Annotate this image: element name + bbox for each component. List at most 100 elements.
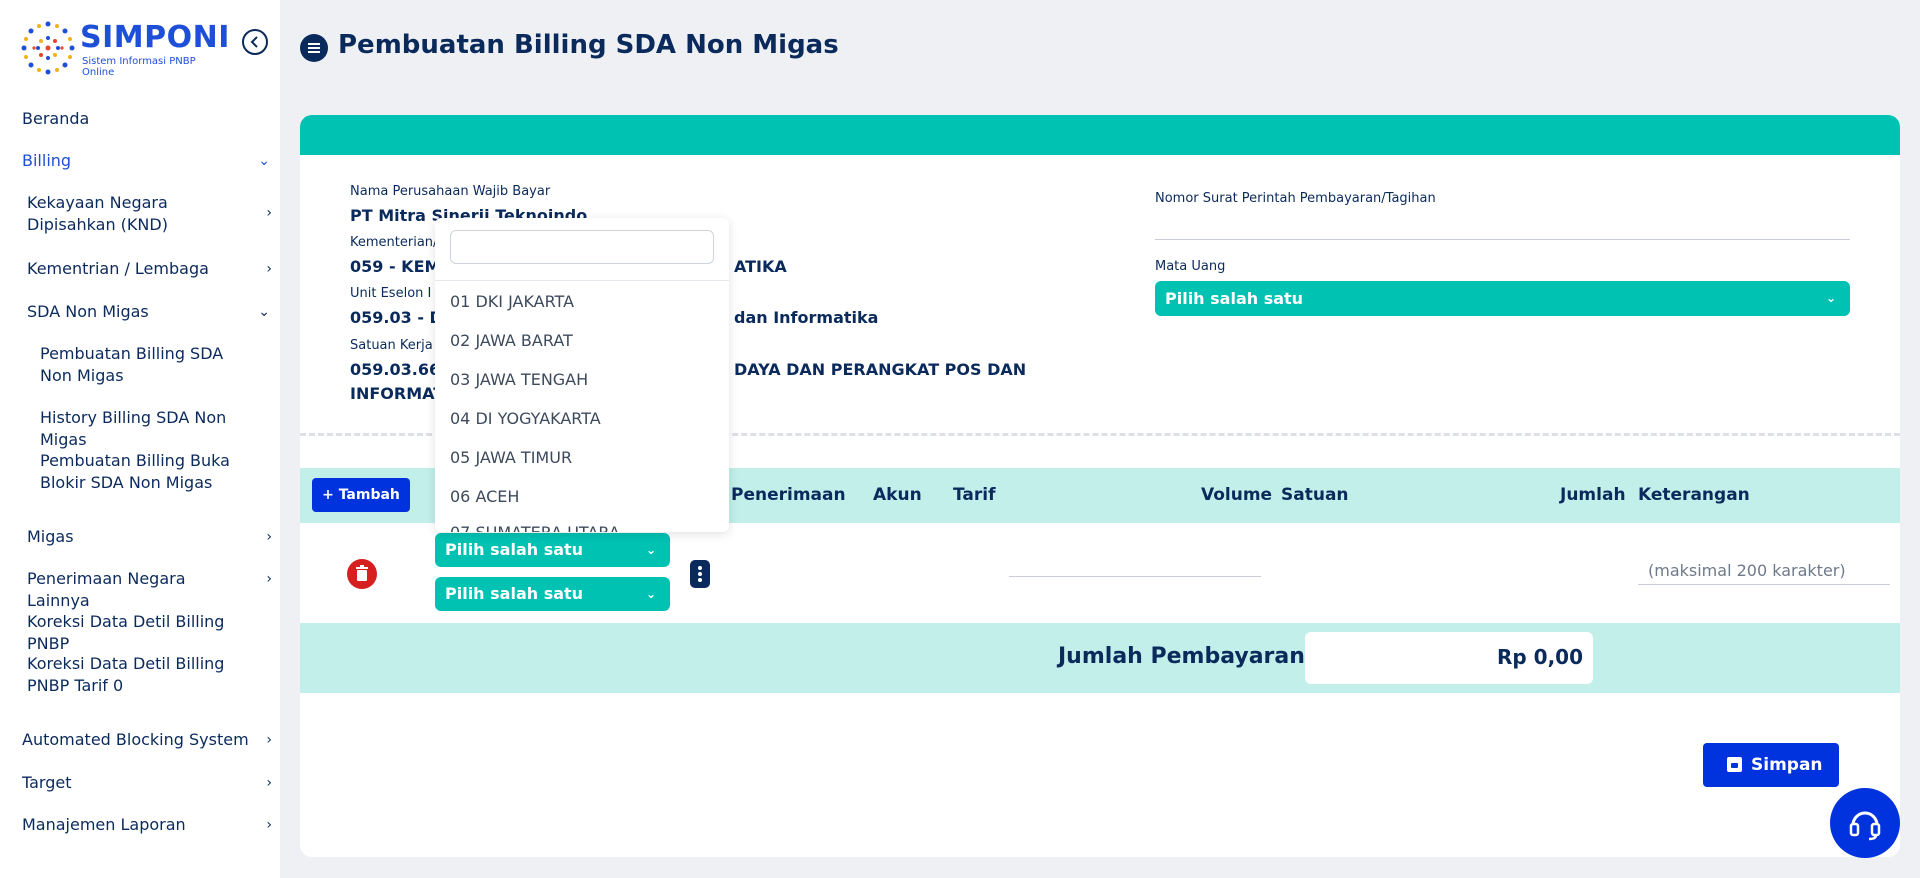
sidebar-item-label: Automated Blocking System (22, 730, 249, 749)
sidebar-item-sda-non-migas[interactable]: SDA Non Migas ⌄ (0, 301, 280, 323)
sidebar-item-automated-blocking[interactable]: Automated Blocking System › (0, 729, 280, 751)
sidebar-item-label: Koreksi Data Detil Billing PNBP Tarif 0 (27, 654, 225, 695)
dropdown-option[interactable]: 01 DKI JAKARTA (435, 282, 729, 321)
volume-input[interactable] (1009, 547, 1261, 577)
column-header-volume: Volume (1201, 485, 1273, 505)
dropdown-search-input[interactable] (450, 230, 714, 264)
kementerian-label: Kementerian/ (350, 235, 438, 250)
sidebar-item-label: Pembuatan Billing SDA Non Migas (40, 344, 224, 385)
add-row-button[interactable]: + Tambah (312, 478, 410, 512)
dropdown-divider (435, 280, 729, 281)
nomor-surat-input[interactable] (1155, 212, 1850, 240)
sidebar-item-buka-blokir-sda[interactable]: Pembuatan Billing Buka Blokir SDA Non Mi… (0, 450, 280, 494)
save-button[interactable]: Simpan (1703, 743, 1839, 787)
penerimaan-select-2-value: Pilih salah satu (445, 584, 584, 603)
row-options-button[interactable] (690, 560, 710, 588)
sidebar-item-label: Beranda (22, 109, 90, 128)
sidebar-item-migas[interactable]: Migas › (0, 526, 280, 548)
chevron-right-icon: › (266, 261, 272, 277)
chevron-left-icon (250, 36, 258, 48)
help-chat-button[interactable] (1830, 788, 1900, 858)
sidebar-item-billing[interactable]: Billing ⌄ (0, 150, 280, 172)
chevron-right-icon: › (266, 205, 272, 221)
chevron-right-icon: › (266, 529, 272, 545)
chevron-down-icon: ⌄ (645, 543, 656, 557)
dropdown-option[interactable]: 03 JAWA TENGAH (435, 360, 729, 399)
total-box: Rp 0,00 (1305, 632, 1593, 684)
sidebar-item-koreksi-data-tarif-0[interactable]: Koreksi Data Detil Billing PNBP Tarif 0 (0, 653, 280, 697)
nomor-surat-label: Nomor Surat Perintah Pembayaran/Tagihan (1155, 191, 1436, 206)
save-label: Simpan (1751, 755, 1823, 775)
kementerian-value-tail: ATIKA (734, 257, 787, 276)
column-header-jumlah: Jumlah (1560, 485, 1626, 505)
keterangan-input[interactable]: (maksimal 200 karakter) (1638, 561, 1890, 585)
sidebar-item-label: Kementrian / Lembaga (27, 259, 209, 278)
chevron-down-icon: ⌄ (1825, 291, 1836, 305)
headset-icon (1849, 811, 1881, 841)
chevron-down-icon: ⌄ (258, 304, 270, 320)
save-icon (1727, 757, 1742, 772)
sidebar-item-label: Target (22, 773, 72, 792)
dropdown-option[interactable]: 04 DI YOGYAKARTA (435, 399, 729, 438)
eselon-label: Unit Eselon I (350, 286, 432, 301)
satker-value-line2: INFORMAT (350, 384, 445, 403)
penerimaan-select-1[interactable]: Pilih salah satu ⌄ (435, 533, 670, 567)
sidebar-item-label: SDA Non Migas (27, 302, 149, 321)
sidebar-item-label: History Billing SDA Non Migas (40, 408, 227, 449)
dropdown-option[interactable]: 02 JAWA BARAT (435, 321, 729, 360)
logo-mark-icon (21, 21, 75, 75)
sidebar-item-label: Koreksi Data Detil Billing PNBP (27, 612, 225, 653)
mata-uang-label: Mata Uang (1155, 259, 1226, 274)
mata-uang-value: Pilih salah satu (1165, 289, 1304, 308)
dropdown-option[interactable]: 05 JAWA TIMUR (435, 438, 729, 477)
collapse-sidebar-button[interactable] (242, 29, 268, 55)
sidebar-item-beranda[interactable]: Beranda (0, 108, 280, 130)
total-value: Rp 0,00 (1496, 645, 1583, 669)
total-label: Jumlah Pembayaran (1058, 644, 1305, 669)
sidebar-item-label: Migas (27, 527, 74, 546)
sidebar-item-penerimaan-negara-lainnya[interactable]: Penerimaan Negara Lainnya › (0, 568, 280, 612)
chevron-right-icon: › (266, 775, 272, 791)
dropdown-options: 01 DKI JAKARTA 02 JAWA BARAT 03 JAWA TEN… (435, 282, 729, 532)
column-header-keterangan: Keterangan (1638, 485, 1750, 505)
delete-row-button[interactable] (347, 559, 377, 589)
sidebar-item-kementrian-lembaga[interactable]: Kementrian / Lembaga › (0, 258, 280, 280)
province-dropdown: 01 DKI JAKARTA 02 JAWA BARAT 03 JAWA TEN… (435, 218, 729, 532)
company-label: Nama Perusahaan Wajib Bayar (350, 184, 551, 199)
sidebar-item-knd[interactable]: Kekayaan Negara Dipisahkan (KND) › (0, 192, 280, 236)
sidebar-item-label: Manajemen Laporan (22, 815, 186, 834)
sidebar-item-label: Pembuatan Billing Buka Blokir SDA Non Mi… (40, 451, 230, 492)
mata-uang-select[interactable]: Pilih salah satu ⌄ (1155, 281, 1850, 316)
penerimaan-select-2[interactable]: Pilih salah satu ⌄ (435, 577, 670, 611)
column-header-tarif: Tarif (953, 485, 996, 505)
chevron-right-icon: › (266, 732, 272, 748)
logo-title: SIMPONI (80, 20, 230, 55)
satker-label: Satuan Kerja (350, 338, 433, 353)
satker-value-tail: DAYA DAN PERANGKAT POS DAN (734, 360, 1027, 379)
column-header-akun: Akun (873, 485, 922, 505)
dropdown-option[interactable]: 06 ACEH (435, 477, 729, 516)
sidebar-item-koreksi-data[interactable]: Koreksi Data Detil Billing PNBP (0, 611, 280, 655)
chevron-down-icon: ⌄ (258, 153, 270, 169)
sidebar-item-pembuatan-billing-sda[interactable]: Pembuatan Billing SDA Non Migas (0, 343, 280, 387)
simponi-logo[interactable]: SIMPONI Sistem Informasi PNBP Online (18, 18, 230, 78)
column-header-penerimaan: Penerimaan (731, 485, 846, 505)
sidebar-item-label: Billing (22, 151, 72, 170)
plus-icon: + (322, 487, 334, 503)
page-title: Pembuatan Billing SDA Non Migas (338, 30, 839, 60)
chevron-right-icon: › (266, 571, 272, 587)
total-bar: Jumlah Pembayaran Rp 0,00 (300, 623, 1900, 693)
sidebar-item-manajemen-laporan[interactable]: Manajemen Laporan › (0, 814, 280, 836)
chevron-right-icon: › (266, 817, 272, 833)
sidebar-item-label: Kekayaan Negara Dipisahkan (KND) (27, 193, 168, 234)
penerimaan-select-1-value: Pilih salah satu (445, 540, 584, 559)
dropdown-option[interactable]: 07 SUMATERA UTARA (435, 516, 729, 532)
chevron-down-icon: ⌄ (645, 587, 656, 601)
trash-icon (356, 565, 368, 581)
sidebar-item-history-billing-sda[interactable]: History Billing SDA Non Migas (0, 407, 280, 451)
sidebar-item-target[interactable]: Target › (0, 772, 280, 794)
logo-subtitle: Sistem Informasi PNBP Online (82, 56, 196, 78)
list-icon (300, 34, 328, 62)
card-header-bar (300, 115, 1900, 155)
eselon-value-tail: dan Informatika (734, 308, 879, 327)
